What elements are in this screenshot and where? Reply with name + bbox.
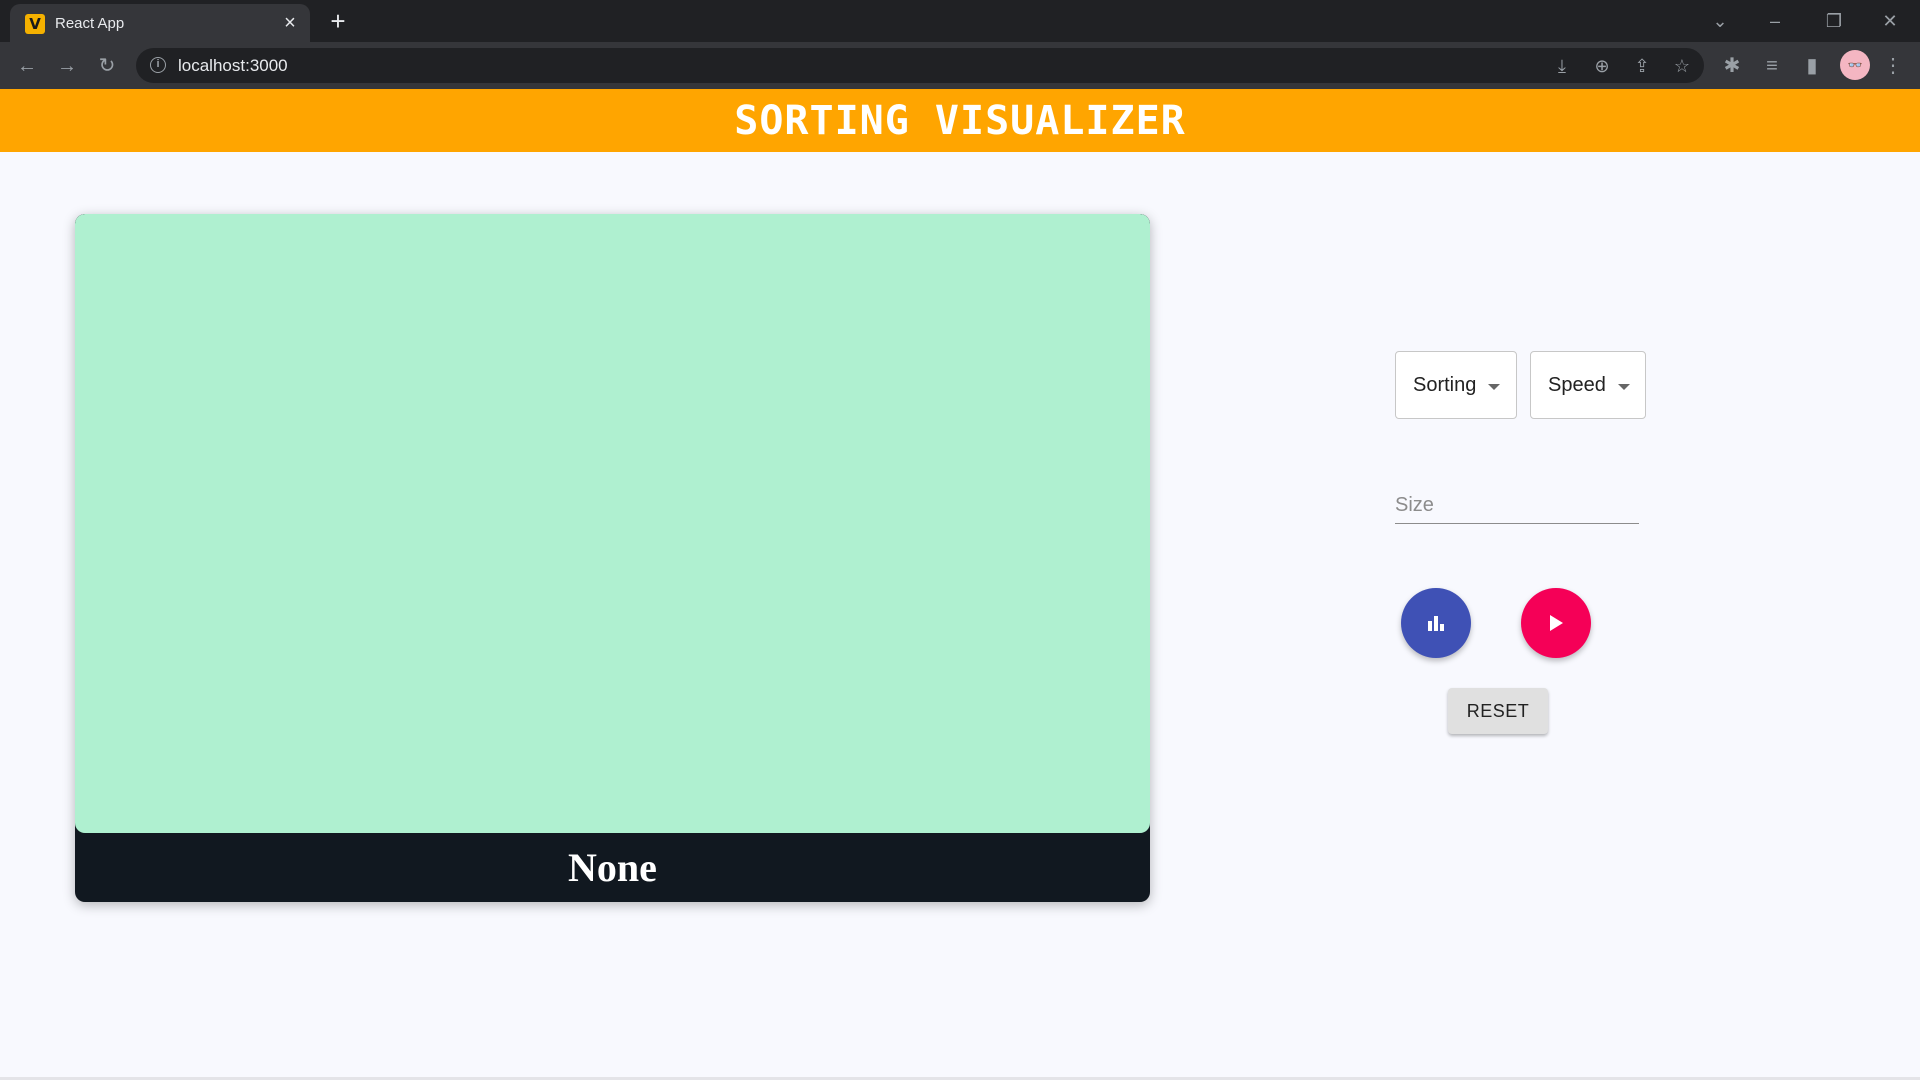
browser-tabstrip: V React App × + ⌄ – ❐ ✕ (0, 0, 1920, 42)
forward-icon[interactable]: → (53, 52, 81, 80)
bars-canvas (75, 214, 1150, 833)
reset-button[interactable]: RESET (1448, 688, 1548, 734)
share-icon[interactable]: ⇪ (1628, 52, 1656, 80)
browser-tab[interactable]: V React App × (10, 4, 310, 42)
speed-select[interactable]: Speed (1530, 351, 1646, 419)
generate-array-button[interactable] (1401, 588, 1471, 658)
close-window-icon[interactable]: ✕ (1875, 6, 1905, 36)
url-text[interactable]: localhost:3000 (178, 56, 288, 76)
tab-search-icon[interactable]: ⌄ (1705, 6, 1735, 36)
chevron-down-icon (1488, 383, 1501, 390)
new-tab-button[interactable]: + (325, 8, 351, 34)
address-bar[interactable]: i localhost:3000 ⤓ ⊕ ⇪ ☆ (136, 48, 1704, 83)
app-header: SORTING VISUALIZER (0, 89, 1920, 152)
chevron-down-icon (1617, 383, 1630, 390)
profile-avatar[interactable]: 👓 (1840, 50, 1870, 80)
visualizer-footer: None (75, 833, 1150, 902)
reload-icon[interactable]: ↻ (93, 52, 121, 80)
start-sort-button[interactable] (1521, 588, 1591, 658)
speed-select-label: Speed (1548, 373, 1606, 396)
visualizer-card: None (75, 214, 1150, 902)
menu-kebab-icon[interactable]: ⋮ (1879, 52, 1907, 80)
back-icon[interactable]: ← (13, 52, 41, 80)
browser-toolbar: ← → ↻ i localhost:3000 ⤓ ⊕ ⇪ ☆ ✱ ≡ ▮ 👓 ⋮ (0, 42, 1920, 90)
site-info-icon[interactable]: i (150, 57, 166, 73)
close-tab-icon[interactable]: × (280, 13, 300, 33)
minimize-window-icon[interactable]: – (1760, 6, 1790, 36)
install-app-icon[interactable]: ⤓ (1548, 52, 1576, 80)
reading-list-icon[interactable]: ≡ (1758, 52, 1786, 80)
extensions-icon[interactable]: ✱ (1718, 52, 1746, 80)
bookmark-star-icon[interactable]: ☆ (1668, 52, 1696, 80)
restore-window-icon[interactable]: ❐ (1819, 6, 1849, 36)
bar-chart-icon (1428, 616, 1444, 631)
side-panel-icon[interactable]: ▮ (1798, 52, 1826, 80)
sorting-select[interactable]: Sorting (1395, 351, 1517, 419)
zoom-icon[interactable]: ⊕ (1588, 52, 1616, 80)
tab-title: React App (55, 15, 125, 32)
size-input[interactable] (1395, 488, 1639, 524)
sorting-select-label: Sorting (1413, 373, 1477, 396)
react-app-favicon-icon: V (25, 14, 45, 34)
current-algorithm-label: None (568, 845, 657, 890)
play-icon (1550, 615, 1563, 631)
page-title: SORTING VISUALIZER (734, 97, 1186, 144)
